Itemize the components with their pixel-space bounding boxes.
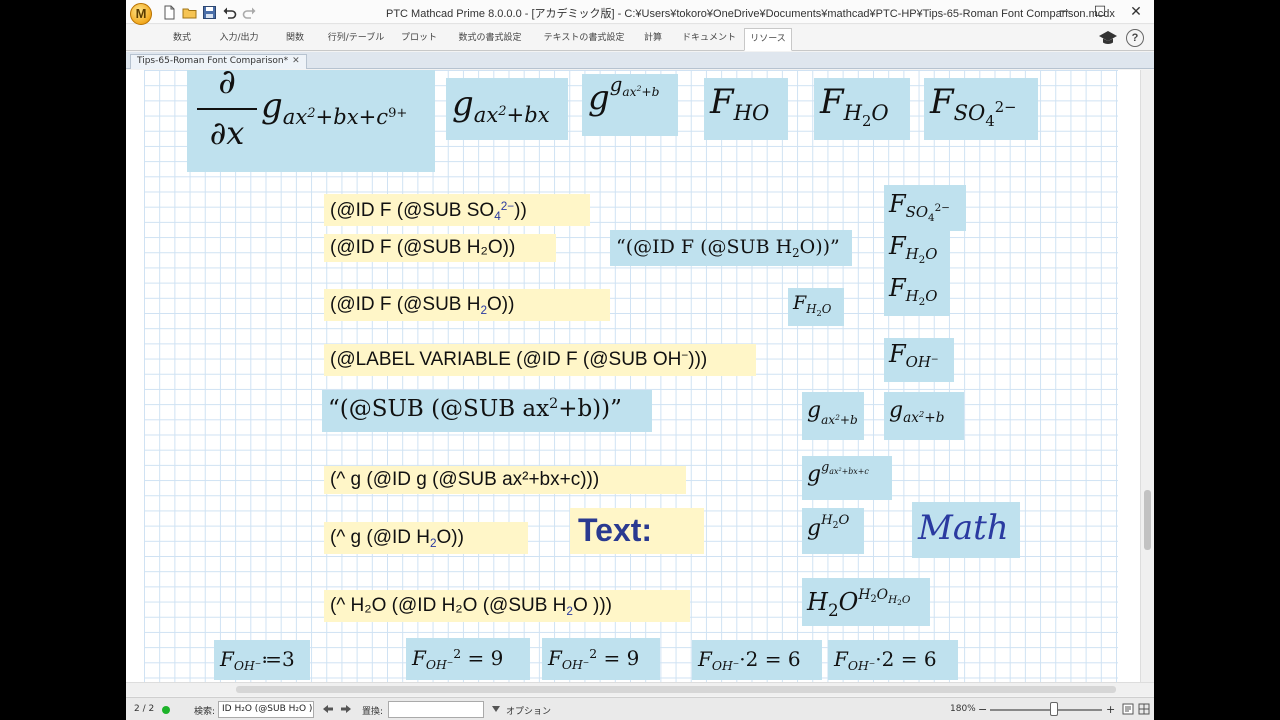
find-next-icon[interactable] <box>340 703 352 715</box>
vertical-scrollbar[interactable] <box>1140 70 1154 682</box>
math-region-f-h2o-small[interactable]: FH2O <box>788 288 844 326</box>
math-region-f-so4-small[interactable]: FSO42− <box>884 185 966 231</box>
math-region-f-oh[interactable]: FOH− <box>884 338 954 382</box>
search-label: 検索: <box>194 707 216 717</box>
math-region-quoted-sub[interactable]: “(@SUB (@SUB ax2+b))” <box>322 390 652 432</box>
math-region-oh-squared-a[interactable]: FOH−2 = 9 <box>406 638 530 680</box>
status-bar: 2 / 2 検索: ID H₂O (@SUB H₂O ))) 置換: オプション… <box>126 697 1154 720</box>
text-region-label-variable-code[interactable]: (@LABEL VARIABLE (@ID F (@SUB OH−))) <box>324 344 756 376</box>
options-expand-icon[interactable] <box>492 706 500 712</box>
worksheet-page[interactable]: ∂ ∂x gax2+bx+c9+ gax2+bx ggax2+b FHO FH2… <box>144 70 1118 682</box>
tab-resources[interactable]: リソース <box>744 28 792 51</box>
text-region-h2o-sub-code[interactable]: (@ID F (@SUB H2O)) <box>324 289 610 321</box>
math-label-text: Math <box>918 508 1009 548</box>
redo-icon[interactable] <box>242 5 257 20</box>
derivative-body: gax2+bx+c9+ <box>261 86 408 130</box>
close-tab-icon[interactable]: ✕ <box>292 56 300 66</box>
zoom-out-icon[interactable]: − <box>978 703 987 716</box>
page-view-icon[interactable] <box>1122 703 1134 715</box>
undo-icon[interactable] <box>222 5 237 20</box>
calculation-status-icon <box>162 706 170 714</box>
tab-math-formatting[interactable]: 数式の書式設定 <box>452 28 528 51</box>
math-region-f-h2o-a[interactable]: FH2O <box>884 230 950 272</box>
document-tab-name: Tips-65-Roman Font Comparison* <box>137 56 289 66</box>
zoom-in-icon[interactable]: + <box>1106 703 1115 716</box>
save-icon[interactable] <box>202 5 217 20</box>
math-region-g-h2o[interactable]: gH2O <box>802 508 864 554</box>
text-region-h2o-power-code[interactable]: (^ H₂O (@ID H₂O (@SUB H2O ))) <box>324 590 690 622</box>
math-region-h2o-power[interactable]: H2OH2OH2O <box>802 578 930 626</box>
horizontal-scrollbar[interactable] <box>126 682 1154 696</box>
math-region-f-so4[interactable]: FSO42− <box>924 78 1038 140</box>
tab-text-formatting[interactable]: テキストの書式設定 <box>540 28 628 51</box>
math-region-g-subscript[interactable]: gax2+bx <box>446 78 568 140</box>
math-region-oh-define[interactable]: FOH−≔3 <box>214 640 310 680</box>
replace-label: 置換: <box>362 707 384 717</box>
vertical-scroll-thumb[interactable] <box>1144 490 1151 550</box>
document-tab-strip: Tips-65-Roman Font Comparison* ✕ <box>126 52 1154 69</box>
tab-input-output[interactable]: 入力/出力 <box>214 28 264 51</box>
math-region-f-h2o[interactable]: FH2O <box>814 78 910 140</box>
replace-input[interactable] <box>388 701 484 718</box>
math-region-g-power-bx[interactable]: ggax2+bx+c <box>802 456 892 500</box>
tab-document[interactable]: ドキュメント <box>682 28 736 51</box>
tab-matrices-tables[interactable]: 行列/テーブル <box>326 28 386 51</box>
fraction-bar <box>197 108 257 110</box>
find-previous-icon[interactable] <box>322 703 334 715</box>
text-region-so4-code[interactable]: (@ID F (@SUB SO42−)) <box>324 194 590 226</box>
math-region-derivative[interactable]: ∂ ∂x gax2+bx+c9+ <box>187 70 435 172</box>
horizontal-scroll-thumb[interactable] <box>236 686 1116 693</box>
tab-calculation[interactable]: 計算 <box>638 28 668 51</box>
mathcad-window: M PTC Mathcad Prime 8.0.0.0 - [アカデミック版] … <box>126 0 1154 720</box>
text-region-text-label[interactable]: Text: <box>570 508 704 554</box>
mathcad-logo-icon[interactable]: M <box>130 3 152 25</box>
math-region-oh-squared-b[interactable]: FOH−2 = 9 <box>542 638 660 680</box>
zoom-slider-track[interactable] <box>990 709 1102 711</box>
math-region-f-ho[interactable]: FHO <box>704 78 788 140</box>
math-region-quoted-id[interactable]: “(@ID F (@SUB H2O))” <box>610 230 852 266</box>
window-title: PTC Mathcad Prime 8.0.0.0 - [アカデミック版] - … <box>386 8 1115 20</box>
tab-math[interactable]: 数式 <box>166 28 198 51</box>
worksheet-viewport[interactable]: ∂ ∂x gax2+bx+c9+ gax2+bx ggax2+b FHO FH2… <box>126 70 1140 682</box>
math-region-oh-times-a[interactable]: FOH−·2 = 6 <box>692 640 822 680</box>
text-label: Text: <box>578 512 653 548</box>
open-folder-icon[interactable] <box>182 5 197 20</box>
math-region-g-small[interactable]: gax2+b <box>802 392 864 440</box>
math-region-g-power[interactable]: ggax2+b <box>582 74 678 136</box>
page-indicator: 2 / 2 <box>134 704 155 714</box>
zoom-level: 180% <box>950 704 976 714</box>
partial-denominator: ∂x <box>209 114 245 152</box>
title-bar: M PTC Mathcad Prime 8.0.0.0 - [アカデミック版] … <box>126 0 1154 25</box>
document-tab[interactable]: Tips-65-Roman Font Comparison* ✕ <box>130 54 307 69</box>
text-region-h2o-code[interactable]: (@ID F (@SUB H₂O)) <box>324 234 556 262</box>
search-input[interactable]: ID H₂O (@SUB H₂O ))) <box>218 701 314 718</box>
tab-functions[interactable]: 関数 <box>278 28 312 51</box>
zoom-slider-thumb[interactable] <box>1050 702 1058 716</box>
minimize-button[interactable]: ─ <box>1046 0 1082 24</box>
options-button[interactable]: オプション <box>506 704 551 717</box>
new-document-icon[interactable] <box>162 5 177 20</box>
close-button[interactable]: ✕ <box>1118 0 1154 24</box>
text-region-g-h2o-code[interactable]: (^ g (@ID H2O)) <box>324 522 528 554</box>
math-region-f-h2o-b[interactable]: FH2O <box>884 272 950 316</box>
text-region-g-power-code[interactable]: (^ g (@ID g (@SUB ax²+bx+c))) <box>324 466 686 494</box>
tab-plots[interactable]: プロット <box>400 28 438 51</box>
math-region-g-medium[interactable]: gax2+b <box>884 392 964 440</box>
math-region-oh-times-b[interactable]: FOH−·2 = 6 <box>828 640 958 680</box>
draft-view-icon[interactable] <box>1138 703 1150 715</box>
ribbon-tab-bar: 数式 入力/出力 関数 行列/テーブル プロット 数式の書式設定 テキストの書式… <box>126 25 1154 51</box>
partial-numerator: ∂ <box>218 70 236 102</box>
help-icon[interactable]: ? <box>1126 29 1144 47</box>
maximize-button[interactable]: ☐ <box>1082 0 1118 24</box>
graduation-cap-icon[interactable] <box>1098 29 1118 47</box>
math-region-math-label[interactable]: Math <box>912 502 1020 558</box>
